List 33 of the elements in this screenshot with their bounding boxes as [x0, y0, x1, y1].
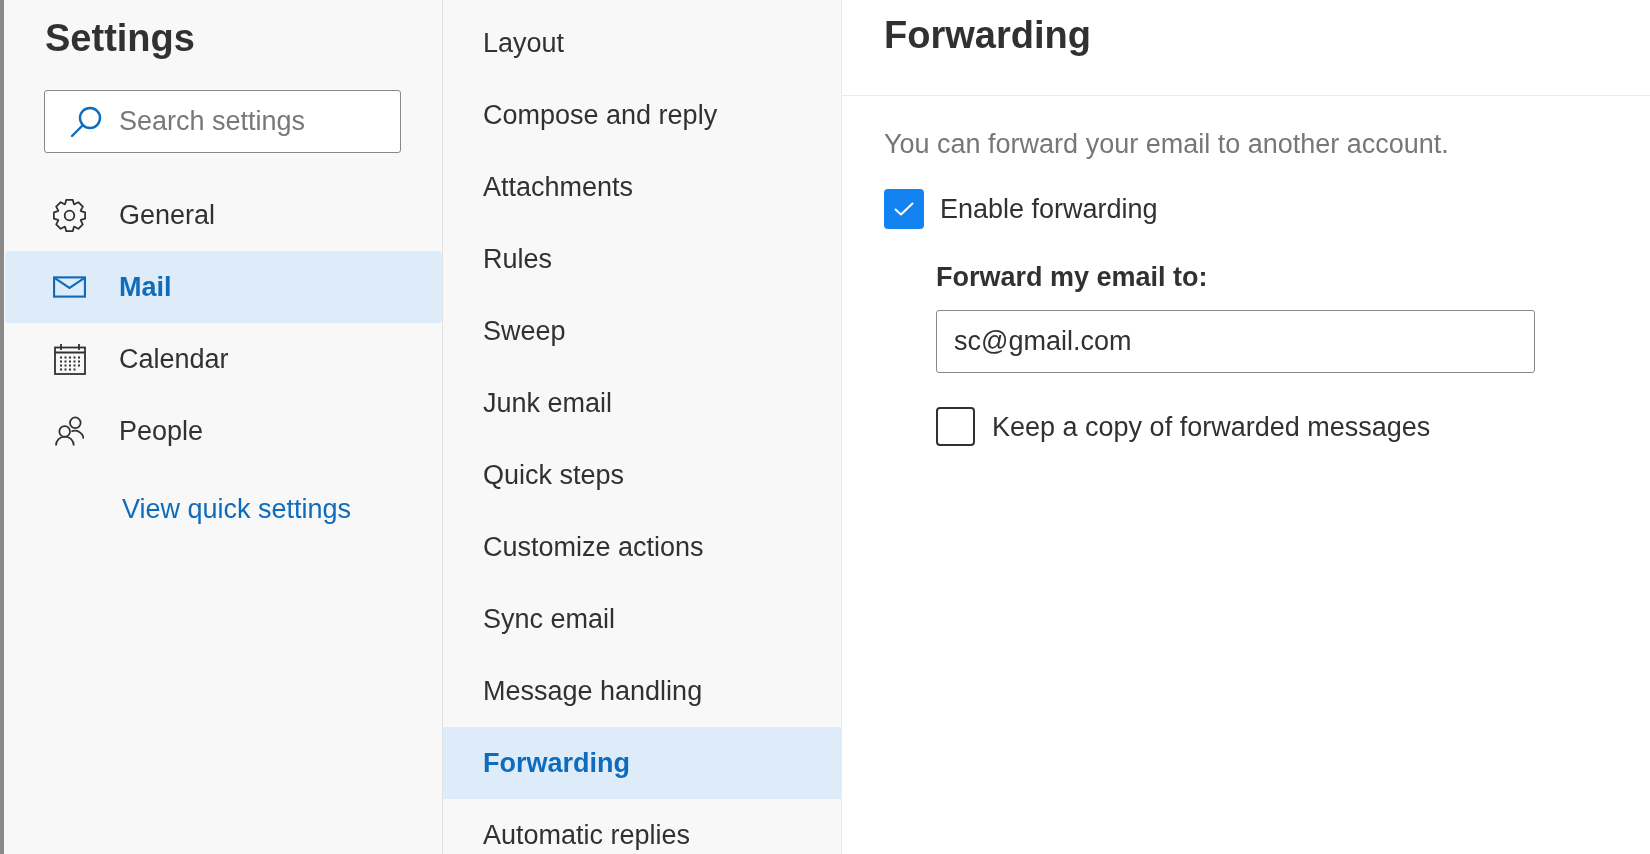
email-input[interactable]: sc@gmail.com — [936, 310, 1535, 373]
sidebar-nav-item[interactable]: Calendar — [5, 323, 442, 395]
calendar-icon — [53, 343, 86, 375]
menu-item[interactable]: Rules — [443, 223, 841, 295]
checkbox-label: Keep a copy of forwarded messages — [992, 410, 1431, 444]
sidebar-nav-item[interactable]: Mail — [5, 251, 442, 323]
menu-item[interactable]: Compose and reply — [443, 79, 841, 151]
field-label: Forward my email to: — [936, 261, 1208, 294]
gear-icon — [53, 198, 86, 232]
menu-item[interactable]: Layout — [443, 7, 841, 79]
checkmark-icon — [894, 202, 914, 216]
menu-item[interactable]: Attachments — [443, 151, 841, 223]
sidebar-nav-item[interactable]: General — [5, 179, 442, 251]
envelope-icon — [53, 276, 86, 298]
menu-item[interactable]: Automatic replies — [443, 799, 841, 854]
search-field[interactable]: Search settings — [44, 90, 401, 153]
people-icon — [55, 416, 84, 446]
menu-item[interactable]: Message handling — [443, 655, 841, 727]
checkbox[interactable] — [936, 407, 975, 446]
menu-item[interactable]: Sync email — [443, 583, 841, 655]
sidebar-nav-item[interactable]: People — [5, 395, 442, 467]
menu-item[interactable]: Forwarding — [443, 727, 841, 799]
settings-title: Settings — [45, 16, 195, 61]
menu-item[interactable]: Customize actions — [443, 511, 841, 583]
search-icon — [70, 106, 102, 138]
page-heading: Forwarding — [884, 13, 1091, 58]
checkbox[interactable] — [884, 189, 924, 229]
menu-item[interactable]: Junk email — [443, 367, 841, 439]
menu-item[interactable]: Quick steps — [443, 439, 841, 511]
view-quick-settings-link[interactable]: View quick settings — [122, 492, 352, 526]
description-text: You can forward your email to another account. — [884, 128, 1449, 161]
menu-item[interactable]: Sweep — [443, 295, 841, 367]
checkbox-label: Enable forwarding — [940, 193, 1158, 226]
